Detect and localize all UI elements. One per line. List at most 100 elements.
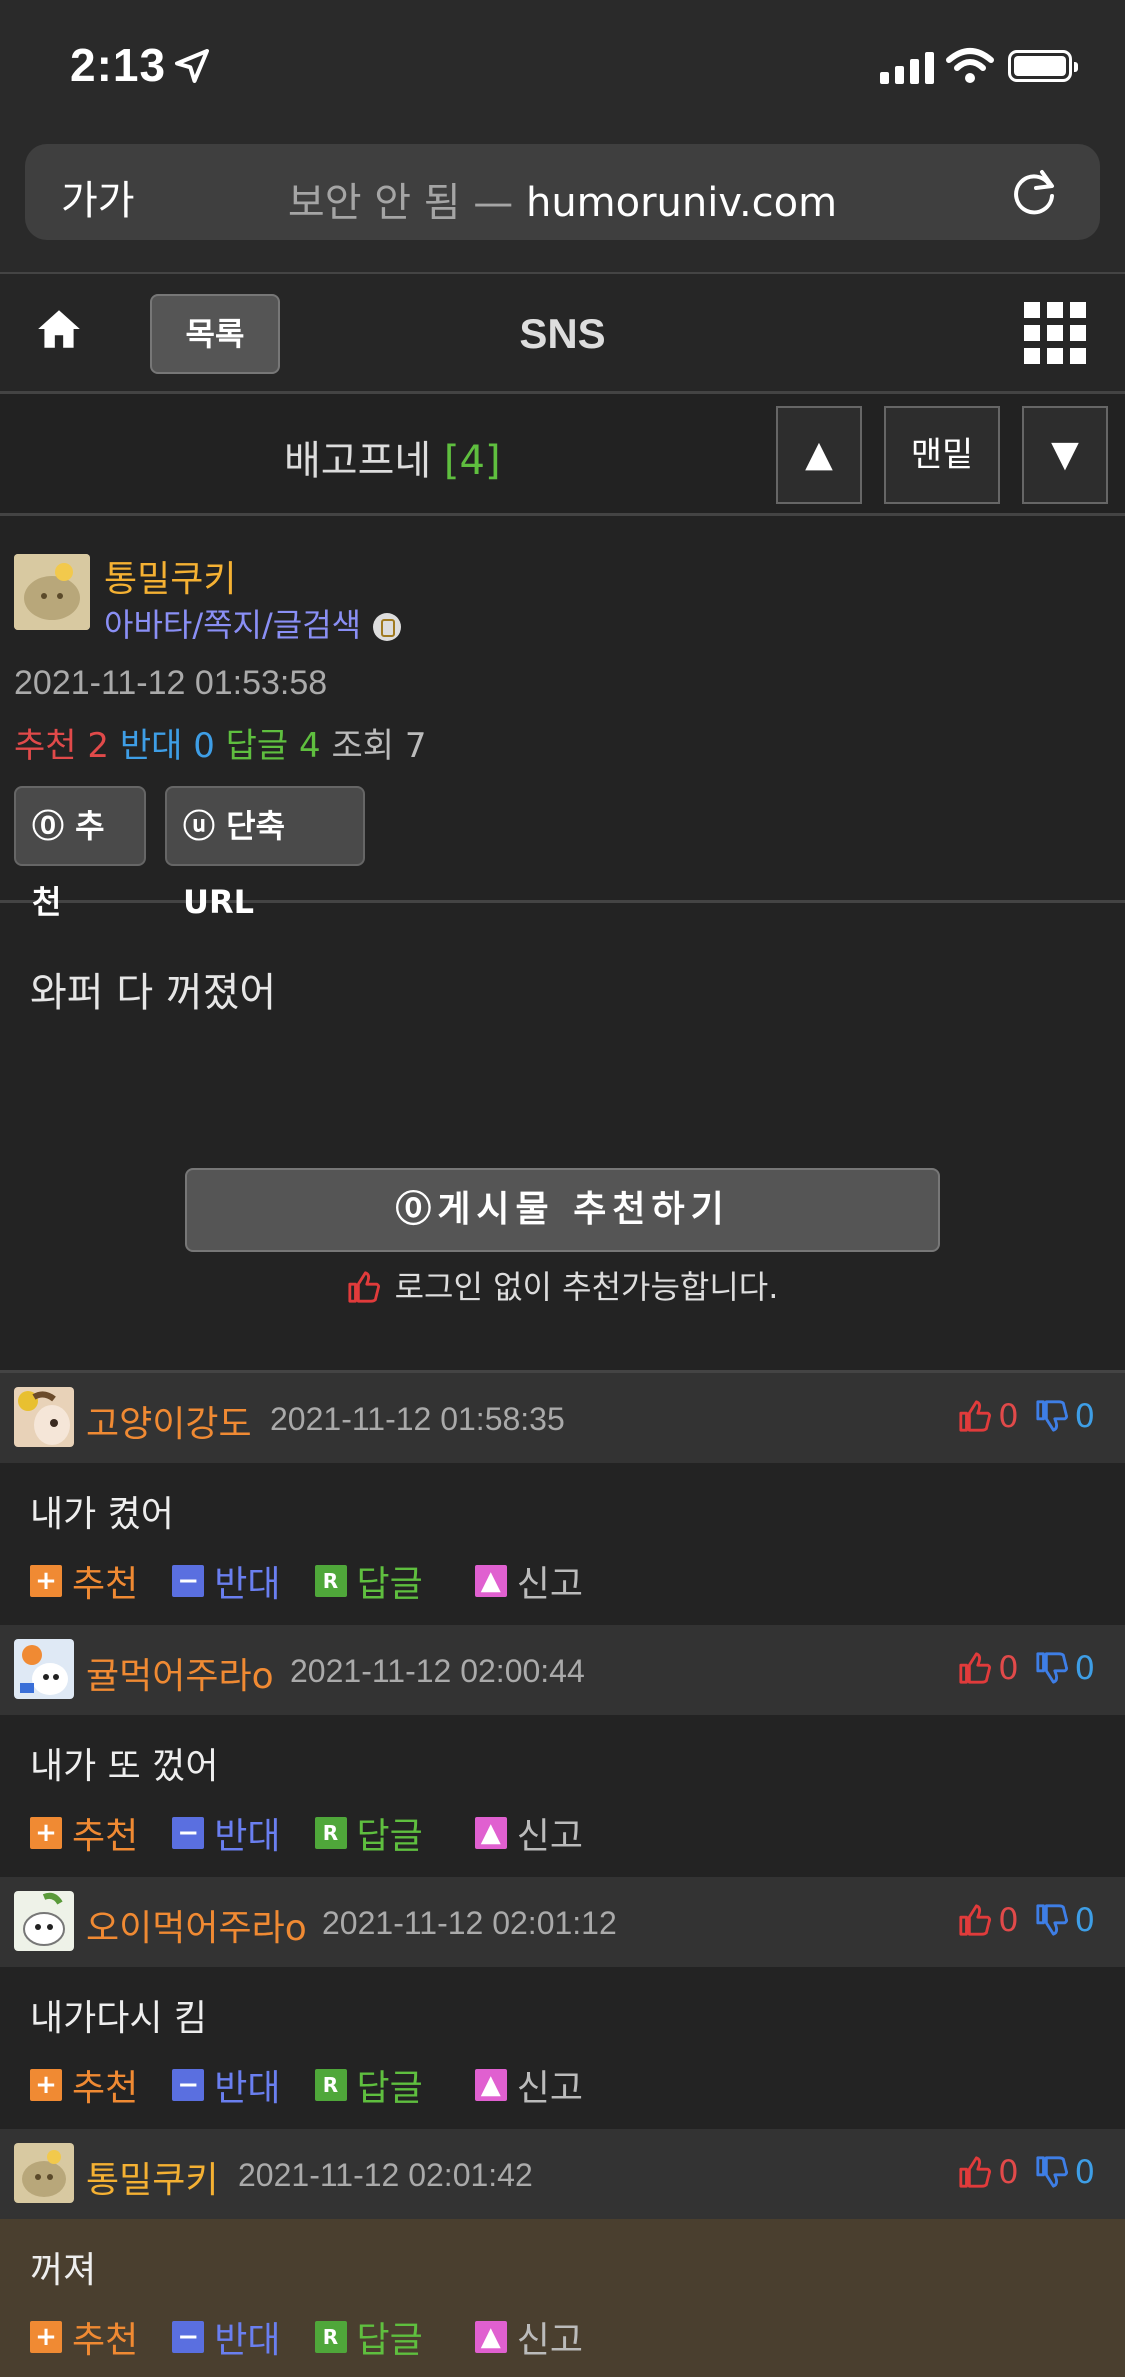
grid-menu-icon[interactable] (1024, 302, 1086, 364)
minus-icon: − (172, 2069, 205, 2101)
thumbs-down-icon[interactable] (1035, 2155, 1069, 2189)
opp-label: 반대 (119, 726, 183, 766)
insecure-label: 보안 안 됨 (287, 180, 461, 226)
comment-reply-button[interactable]: R 답글 (314, 2059, 423, 2111)
commenter-avatar[interactable] (14, 1891, 74, 1951)
commenter-name[interactable]: 오이먹어주라o (86, 1899, 307, 1951)
comment-report-button[interactable]: ▲ 신고 (474, 2311, 583, 2363)
reply-label: 답글 (356, 1816, 423, 1857)
comment-recommend-button[interactable]: + 추천 (30, 1555, 138, 1607)
view-label: 조회 (331, 726, 395, 766)
url-separator: — (460, 180, 526, 226)
location-arrow-icon (175, 49, 209, 83)
plus-icon: + (30, 1817, 62, 1849)
downvote-count: 0 (1074, 1649, 1095, 1687)
site-nav: 목록 SNS (0, 272, 1125, 394)
commenter-name[interactable]: 고양이강도 (86, 1395, 252, 1447)
report-label: 신고 (516, 1564, 583, 1605)
siren-icon: ▲ (474, 1565, 507, 1597)
post-title: 배고프네 [4] (284, 428, 501, 486)
comment-text: 내가 또 껐어 (30, 1746, 219, 1787)
siren-icon: ▲ (474, 1817, 507, 1849)
comment-oppose-button[interactable]: − 반대 (172, 2059, 281, 2111)
comment-recommend-button[interactable]: + 추천 (30, 1807, 138, 1859)
minus-icon: − (172, 1565, 205, 1597)
author-name[interactable]: 통밀쿠키 (104, 550, 236, 602)
comment-time: 2021-11-12 01:58:35 (270, 1401, 565, 1437)
short-url-button[interactable]: ⓤ 단축URL (165, 786, 365, 921)
comment-header: 고양이강도 2021-11-12 01:58:35 0 0 (0, 1373, 1125, 1463)
comment-reply-button[interactable]: R 답글 (314, 1555, 423, 1607)
report-label: 신고 (516, 2068, 583, 2109)
thumbs-up-icon[interactable] (958, 1651, 992, 1685)
reply-icon: R (314, 1565, 347, 1597)
comment-reply-button[interactable]: R 답글 (314, 1807, 423, 1859)
upvote-count: 0 (998, 2153, 1019, 2191)
thumbs-down-icon[interactable] (1035, 1651, 1069, 1685)
comment-oppose-button[interactable]: − 반대 (172, 1807, 281, 1859)
upvote-count: 0 (998, 1649, 1019, 1687)
comment-votes: 0 0 (958, 1901, 1095, 1939)
thumbs-down-icon[interactable] (1035, 1399, 1069, 1433)
post-recommend-button[interactable]: ⓪게시물 추천하기 (185, 1168, 940, 1252)
author-links[interactable]: 아바타/쪽지/글검색 (104, 600, 402, 646)
author-links-text[interactable]: 아바타/쪽지/글검색 (104, 606, 361, 644)
thumbs-up-icon[interactable] (958, 1399, 992, 1433)
comment-oppose-button[interactable]: − 반대 (172, 2311, 281, 2363)
comment-body: 꺼져 + 추천 − 반대 R 답글 ▲ 신고 (0, 2219, 1125, 2377)
reply-label: 답글 (225, 726, 289, 766)
comment-recommend-button[interactable]: + 추천 (30, 2059, 138, 2111)
comment-text: 꺼져 (30, 2250, 97, 2291)
upvote-count: 0 (998, 1397, 1019, 1435)
comment-text: 내가 켰어 (30, 1494, 174, 1535)
comment-recommend-button[interactable]: + 추천 (30, 2311, 138, 2363)
commenter-name[interactable]: 귤먹어주라o (86, 1647, 274, 1699)
post-stats: 추천 2 반대 0 답글 4 조회 7 (14, 718, 427, 767)
thumbs-up-icon[interactable] (958, 1903, 992, 1937)
reload-icon[interactable] (1008, 166, 1060, 218)
commenter-avatar[interactable] (14, 1639, 74, 1699)
upvote-count: 0 (998, 1901, 1019, 1939)
comment-report-button[interactable]: ▲ 신고 (474, 1807, 583, 1859)
oppose-label: 반대 (214, 1816, 281, 1857)
thumbs-up-icon[interactable] (958, 2155, 992, 2189)
post-date: 2021-11-12 01:53:58 (14, 664, 328, 702)
rec-label: 추천 (14, 726, 77, 766)
thumbs-up-icon (348, 1271, 380, 1303)
scroll-down-button[interactable]: ▼ (1022, 406, 1108, 504)
downvote-count: 0 (1074, 1397, 1095, 1435)
reply-label: 답글 (356, 2320, 423, 2361)
author-avatar[interactable] (14, 554, 90, 630)
comment-actions: + 추천 − 반대 R 답글 ▲ 신고 (30, 1807, 617, 1859)
comment-actions: + 추천 − 반대 R 답글 ▲ 신고 (30, 2059, 617, 2111)
comment-oppose-button[interactable]: − 반대 (172, 1555, 281, 1607)
url-domain: humoruniv.com (525, 180, 838, 226)
comment-reply-button[interactable]: R 답글 (314, 2311, 423, 2363)
thumbs-down-icon[interactable] (1035, 1903, 1069, 1937)
post-title-text: 배고프네 (284, 438, 432, 484)
oppose-label: 반대 (214, 2320, 281, 2361)
minus-icon: − (172, 2321, 205, 2353)
commenter-avatar[interactable] (14, 2143, 74, 2203)
plus-icon: + (30, 2321, 62, 2353)
comment-report-button[interactable]: ▲ 신고 (474, 2059, 583, 2111)
downvote-count: 0 (1074, 1901, 1095, 1939)
url-display[interactable]: 보안 안 됨 — humoruniv.com (25, 170, 1100, 228)
commenter-name[interactable]: 통밀쿠키 (86, 2151, 218, 2203)
recommend-button[interactable]: ⓪ 추천 (14, 786, 146, 921)
plus-icon: + (30, 2069, 62, 2101)
wifi-icon (946, 48, 994, 83)
commenter-avatar[interactable] (14, 1387, 74, 1447)
post-content: 와퍼 다 꺼졌어 (30, 970, 277, 1016)
status-bar: 2:13 (0, 0, 1125, 136)
comment-votes: 0 0 (958, 2153, 1095, 2191)
cellular-signal-icon (880, 48, 934, 84)
address-bar[interactable]: 가가 보안 안 됨 — humoruniv.com (25, 144, 1100, 240)
comment-time: 2021-11-12 02:00:44 (290, 1653, 585, 1689)
reply-icon: R (314, 2321, 347, 2353)
scroll-up-button[interactable]: ▲ (776, 406, 862, 504)
reply-label: 답글 (356, 1564, 423, 1605)
scroll-bottom-button[interactable]: 맨밑 (884, 406, 1000, 504)
comment-header: 통밀쿠키 2021-11-12 02:01:42 0 0 (0, 2129, 1125, 2219)
comment-report-button[interactable]: ▲ 신고 (474, 1555, 583, 1607)
